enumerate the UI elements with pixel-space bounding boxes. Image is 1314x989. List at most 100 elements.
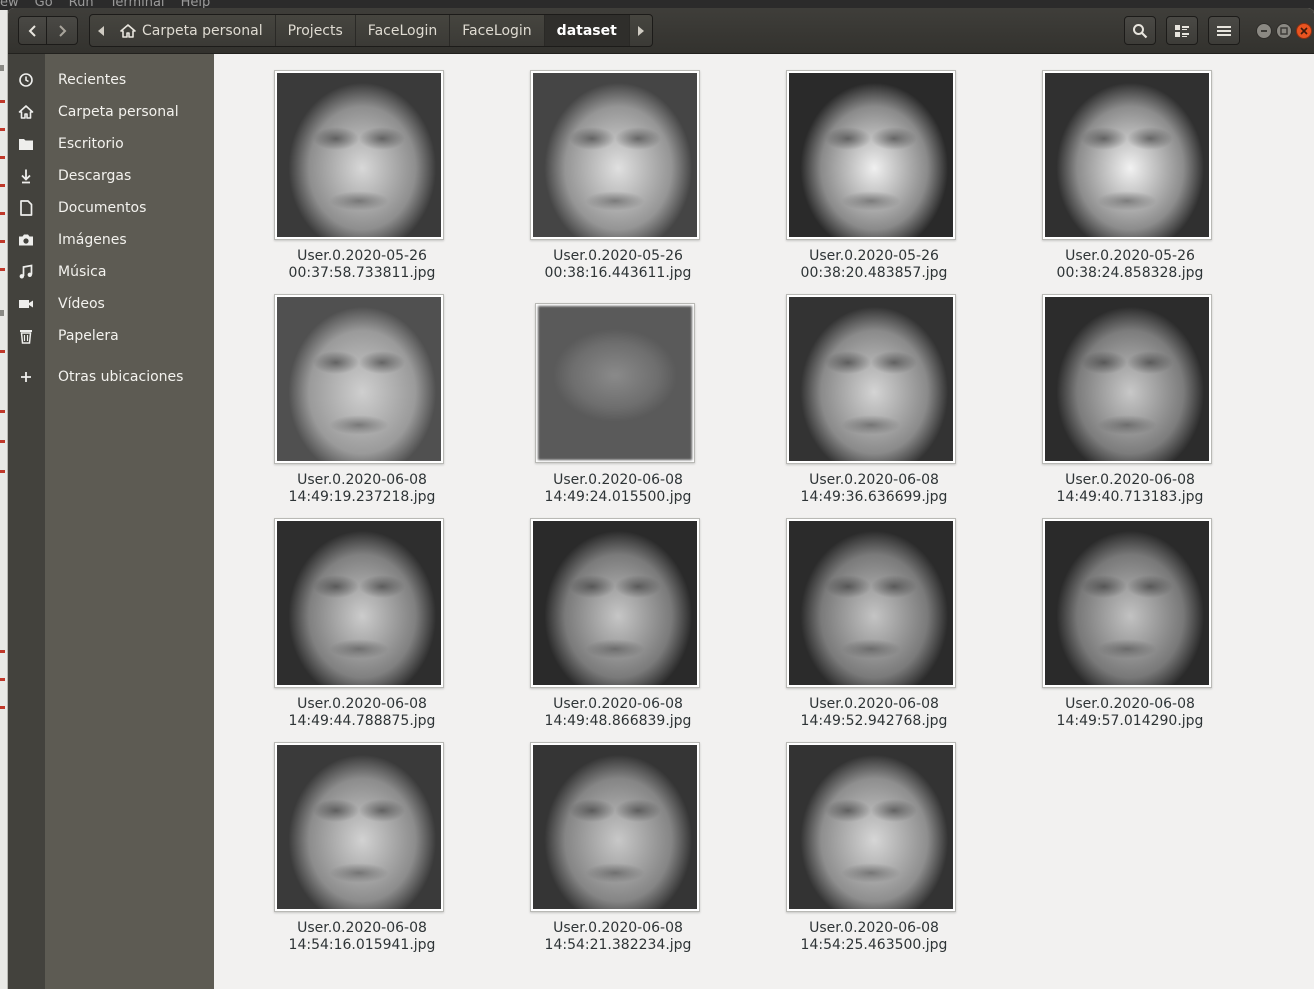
video-icon — [17, 295, 35, 313]
file-item[interactable]: User.0.2020-06-08 14:54:16.015941.jpg — [247, 742, 477, 962]
face-image — [1045, 521, 1209, 685]
file-name-line-1: User.0.2020-06-08 — [809, 472, 939, 488]
file-thumbnail[interactable] — [535, 303, 695, 463]
file-item[interactable]: User.0.2020-05-26 00:37:58.733811.jpg — [247, 70, 477, 290]
file-thumbnail[interactable] — [274, 518, 444, 688]
search-button[interactable] — [1124, 16, 1156, 45]
sidebar-item-imagenes[interactable]: Imágenes — [8, 224, 214, 256]
sidebar-item-musica[interactable]: Música — [8, 256, 214, 288]
face-image — [789, 745, 953, 909]
file-thumbnail[interactable] — [786, 70, 956, 240]
file-thumbnail[interactable] — [530, 742, 700, 912]
file-name-line-1: User.0.2020-06-08 — [809, 920, 939, 936]
breadcrumb-dataset[interactable]: dataset — [544, 15, 630, 46]
file-name-line-2: 00:38:20.483857.jpg — [800, 265, 948, 281]
file-item[interactable]: User.0.2020-05-26 00:38:20.483857.jpg — [759, 70, 989, 290]
sidebar-item-recientes[interactable]: Recientes — [8, 64, 214, 96]
trash-icon — [17, 327, 35, 345]
sidebar-item-label: Otras ubicaciones — [58, 369, 184, 385]
file-name-line-2: 14:49:52.942768.jpg — [800, 713, 948, 729]
breadcrumb-facelogin-inner[interactable]: FaceLogin — [450, 15, 545, 46]
face-image — [277, 745, 441, 909]
file-name-line-2: 14:54:25.463500.jpg — [800, 937, 948, 953]
file-thumbnail[interactable] — [1042, 518, 1212, 688]
sidebar-item-label: Descargas — [58, 168, 132, 184]
file-name-line-1: User.0.2020-06-08 — [297, 472, 427, 488]
file-name-line-1: User.0.2020-05-26 — [297, 248, 427, 264]
breadcrumb-label: FaceLogin — [462, 22, 532, 39]
headerbar: Carpeta personal Projects FaceLogin Face… — [8, 8, 1314, 54]
sidebar-item-videos[interactable]: Vídeos — [8, 288, 214, 320]
file-name-line-2: 14:49:57.014290.jpg — [1056, 713, 1204, 729]
camera-icon — [17, 231, 35, 249]
plus-icon — [17, 368, 35, 386]
file-name-line-2: 00:38:24.858328.jpg — [1056, 265, 1204, 281]
file-item[interactable]: User.0.2020-06-08 14:49:48.866839.jpg — [503, 518, 733, 738]
back-button[interactable] — [18, 16, 47, 45]
file-item[interactable]: User.0.2020-06-08 14:54:21.382234.jpg — [503, 742, 733, 962]
background-editor-gutter — [0, 10, 8, 989]
file-thumbnail[interactable] — [1042, 70, 1212, 240]
file-item[interactable]: User.0.2020-05-26 00:38:16.443611.jpg — [503, 70, 733, 290]
sidebar-item-carpeta-personal[interactable]: Carpeta personal — [8, 96, 214, 128]
file-thumbnail[interactable] — [786, 518, 956, 688]
file-name-line-1: User.0.2020-06-08 — [1065, 472, 1195, 488]
file-name-line-2: 14:54:16.015941.jpg — [288, 937, 436, 953]
file-name-line-1: User.0.2020-06-08 — [553, 920, 683, 936]
background-menu-item: Help — [180, 0, 211, 10]
sidebar-item-papelera[interactable]: Papelera — [8, 320, 214, 352]
file-item[interactable]: User.0.2020-06-08 14:49:57.014290.jpg — [1015, 518, 1245, 738]
file-item[interactable]: User.0.2020-06-08 14:49:36.636699.jpg — [759, 294, 989, 514]
face-image — [277, 73, 441, 237]
maximize-button[interactable] — [1276, 23, 1292, 39]
breadcrumb-facelogin[interactable]: FaceLogin — [356, 15, 451, 46]
minimize-button[interactable] — [1256, 23, 1272, 39]
sidebar-item-escritorio[interactable]: Escritorio — [8, 128, 214, 160]
file-item[interactable]: User.0.2020-06-08 14:54:25.463500.jpg — [759, 742, 989, 962]
breadcrumb-scroll-right[interactable] — [630, 15, 652, 46]
file-name-line-2: 14:54:21.382234.jpg — [544, 937, 692, 953]
face-image — [789, 521, 953, 685]
sidebar-item-label: Música — [58, 264, 107, 280]
sidebar-item-otras-ubicaciones[interactable]: Otras ubicaciones — [8, 361, 214, 393]
hamburger-menu-icon — [1217, 25, 1231, 36]
face-image — [533, 521, 697, 685]
file-manager-window: Carpeta personal Projects FaceLogin Face… — [8, 8, 1314, 989]
sidebar-item-label: Papelera — [58, 328, 119, 344]
file-name-line-1: User.0.2020-05-26 — [809, 248, 939, 264]
breadcrumb-home[interactable]: Carpeta personal — [112, 15, 276, 46]
file-name-line-2: 14:49:48.866839.jpg — [544, 713, 692, 729]
sidebar-item-descargas[interactable]: Descargas — [8, 160, 214, 192]
file-item[interactable]: User.0.2020-06-08 14:49:19.237218.jpg — [247, 294, 477, 514]
background-menu-item: Run — [68, 0, 94, 10]
file-thumbnail[interactable] — [274, 294, 444, 464]
file-thumbnail[interactable] — [530, 70, 700, 240]
breadcrumb-projects[interactable]: Projects — [276, 15, 356, 46]
forward-button[interactable] — [46, 16, 78, 45]
file-item[interactable]: User.0.2020-06-08 14:49:44.788875.jpg — [247, 518, 477, 738]
file-item[interactable]: User.0.2020-06-08 14:49:24.015500.jpg — [503, 294, 733, 514]
file-name-line-2: 14:49:36.636699.jpg — [800, 489, 948, 505]
file-item[interactable]: User.0.2020-05-26 00:38:24.858328.jpg — [1015, 70, 1245, 290]
file-item[interactable]: User.0.2020-06-08 14:49:52.942768.jpg — [759, 518, 989, 738]
face-image — [789, 73, 953, 237]
music-icon — [17, 263, 35, 281]
breadcrumb: Carpeta personal Projects FaceLogin Face… — [89, 14, 653, 47]
triangle-right-icon — [637, 25, 644, 36]
sidebar-item-label: Recientes — [58, 72, 127, 88]
breadcrumb-scroll-left[interactable] — [90, 15, 112, 46]
file-thumbnail[interactable] — [1042, 294, 1212, 464]
file-thumbnail[interactable] — [274, 742, 444, 912]
close-button[interactable] — [1296, 23, 1312, 39]
file-name-line-2: 00:37:58.733811.jpg — [288, 265, 436, 281]
file-thumbnail[interactable] — [530, 518, 700, 688]
file-thumbnail[interactable] — [786, 294, 956, 464]
file-grid: User.0.2020-05-26 00:37:58.733811.jpg User… — [214, 54, 1314, 989]
file-item[interactable]: User.0.2020-06-08 14:49:40.713183.jpg — [1015, 294, 1245, 514]
document-icon — [17, 199, 35, 217]
file-thumbnail[interactable] — [274, 70, 444, 240]
sidebar-item-documentos[interactable]: Documentos — [8, 192, 214, 224]
view-toggle-button[interactable] — [1166, 16, 1198, 45]
file-thumbnail[interactable] — [786, 742, 956, 912]
menu-button[interactable] — [1208, 16, 1240, 45]
